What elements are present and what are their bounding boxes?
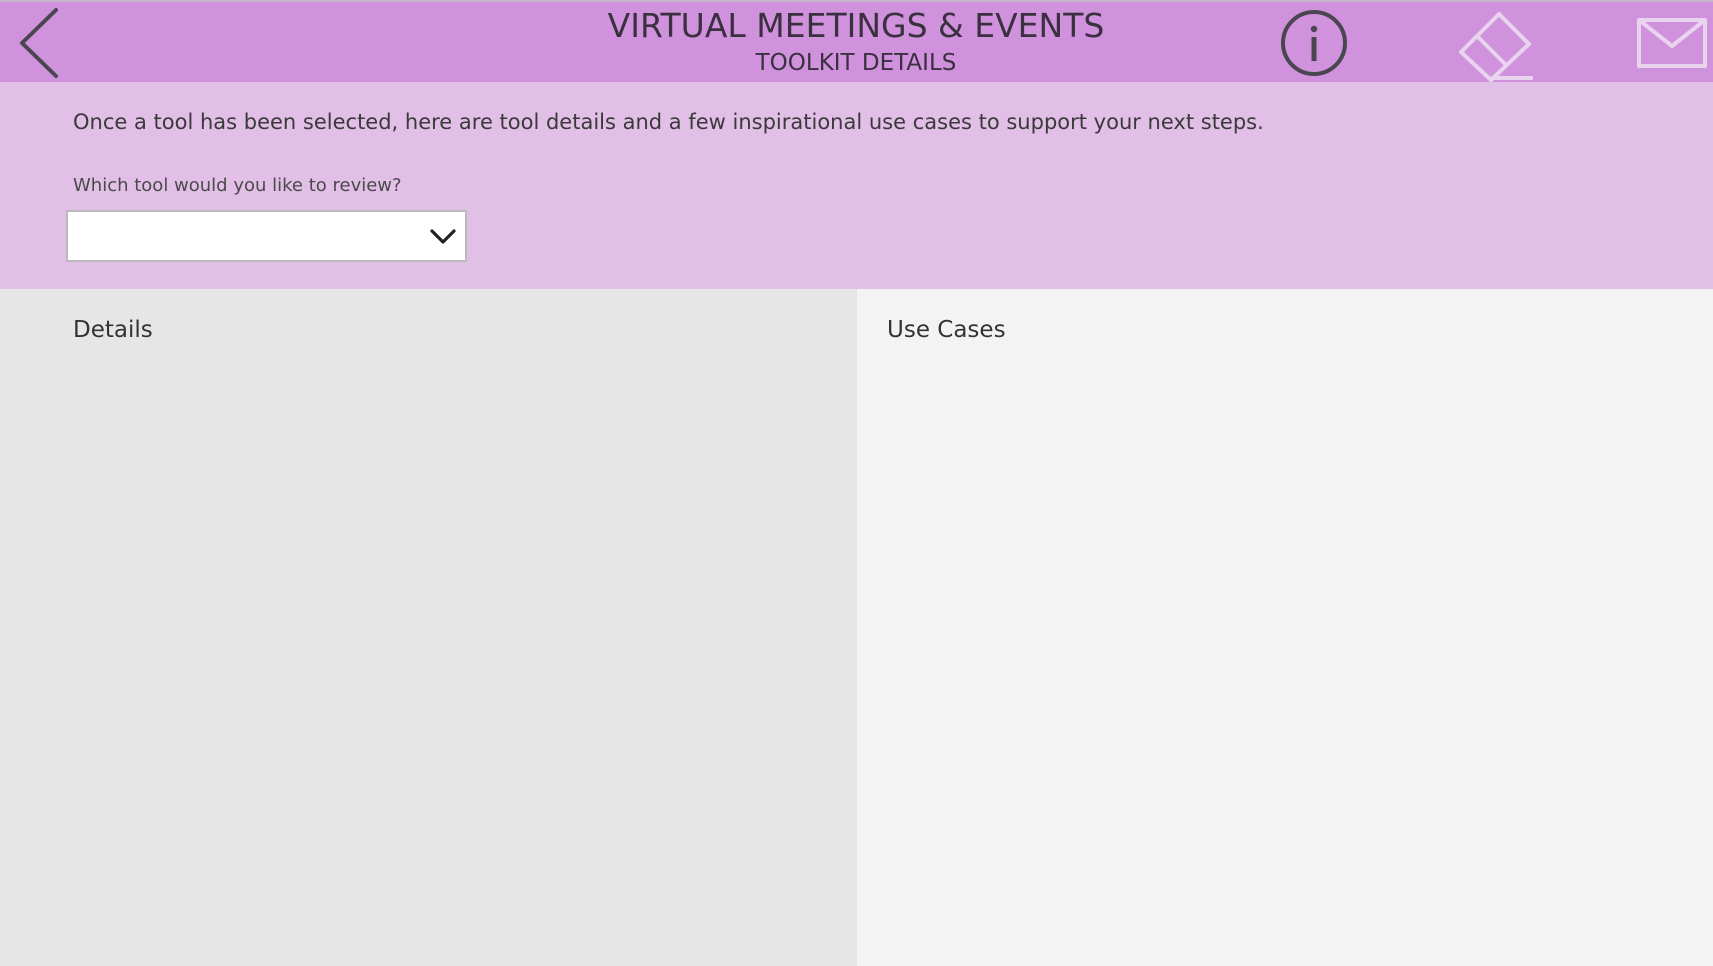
selection-band: Once a tool has been selected, here are … xyxy=(0,82,1713,289)
info-icon xyxy=(1281,10,1347,76)
intro-text: Once a tool has been selected, here are … xyxy=(73,110,1264,134)
title-block: VIRTUAL MEETINGS & EVENTS TOOLKIT DETAIL… xyxy=(556,4,1156,78)
chevron-left-icon xyxy=(20,8,58,78)
back-button[interactable] xyxy=(14,6,64,80)
details-panel: Details xyxy=(0,289,857,966)
mail-button[interactable] xyxy=(1636,16,1708,70)
chevron-down-icon xyxy=(430,229,456,244)
eraser-icon xyxy=(1459,12,1533,82)
details-heading: Details xyxy=(73,317,153,343)
app-screen: VIRTUAL MEETINGS & EVENTS TOOLKIT DETAIL… xyxy=(0,0,1713,966)
page-title: VIRTUAL MEETINGS & EVENTS xyxy=(607,6,1105,45)
tool-question-label: Which tool would you like to review? xyxy=(73,175,402,196)
mail-icon xyxy=(1637,18,1707,68)
tool-dropdown[interactable] xyxy=(66,210,467,262)
header-bar: VIRTUAL MEETINGS & EVENTS TOOLKIT DETAIL… xyxy=(0,0,1713,82)
page-subtitle: TOOLKIT DETAILS xyxy=(755,50,957,76)
clear-button[interactable] xyxy=(1457,6,1535,82)
info-button[interactable] xyxy=(1279,8,1349,78)
use-cases-panel: Use Cases xyxy=(857,289,1713,966)
use-cases-heading: Use Cases xyxy=(887,317,1006,343)
